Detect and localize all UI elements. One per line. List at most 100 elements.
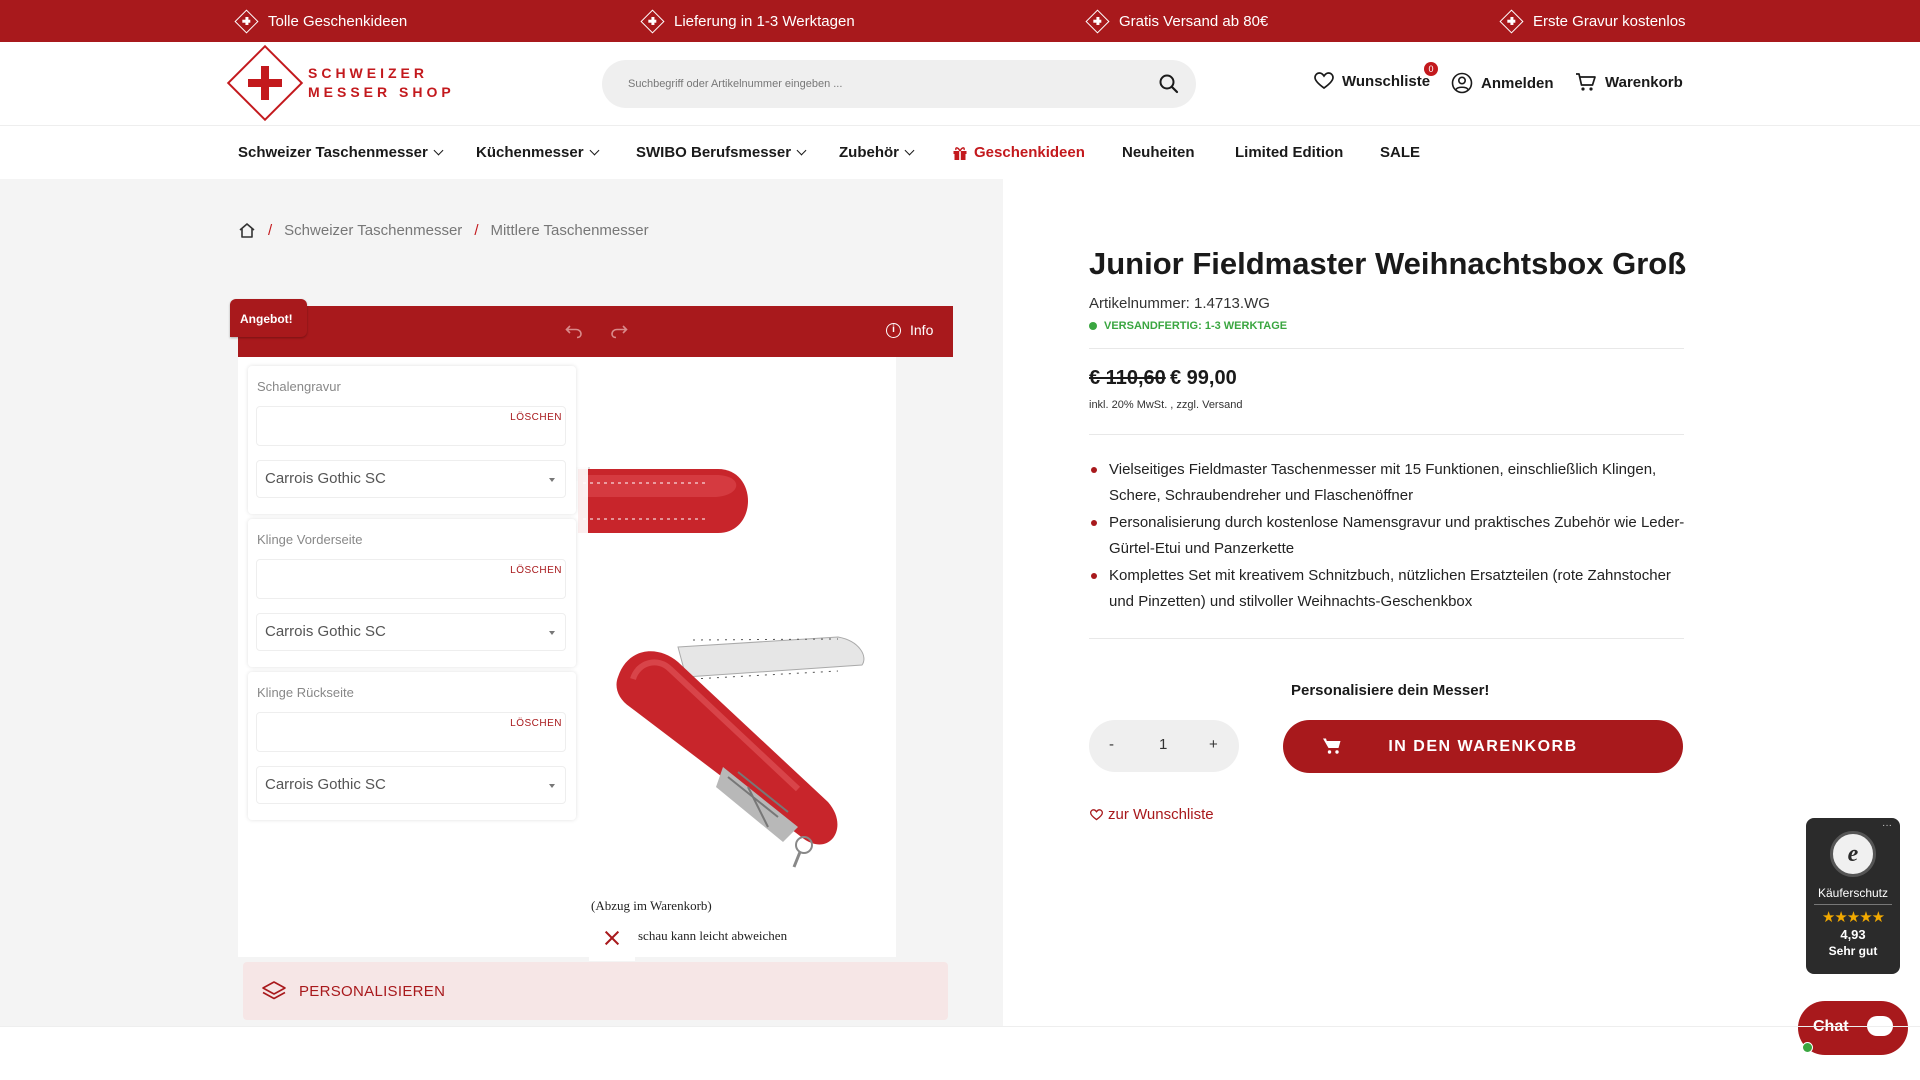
delete-button[interactable]: LÖSCHEN — [510, 412, 562, 423]
home-icon[interactable] — [238, 222, 256, 239]
add-to-wishlist-link[interactable]: zur Wunschliste — [1090, 806, 1214, 823]
promo-text: Lieferung in 1-3 Werktagen — [674, 12, 855, 30]
chat-button[interactable]: Chat — [1798, 1001, 1908, 1055]
gift-icon — [953, 146, 967, 160]
article-number: Artikelnummer: 1.4713.WG — [1089, 295, 1270, 312]
breadcrumb-link[interactable]: Mittlere Taschenmesser — [490, 222, 648, 239]
chevron-down-icon — [589, 145, 600, 156]
quantity-decrease-button[interactable]: - — [1109, 736, 1114, 753]
promo-item-engraving[interactable]: Erste Gravur kostenlos — [1499, 0, 1686, 42]
info-button[interactable]: i Info — [886, 322, 933, 338]
chevron-down-icon — [904, 145, 915, 156]
wishlist-label: Wunschliste — [1342, 72, 1431, 90]
promo-text: Erste Gravur kostenlos — [1533, 12, 1686, 30]
nav-item-sale[interactable]: SALE — [1380, 144, 1420, 161]
nav-item-neuheiten[interactable]: Neuheiten — [1122, 144, 1195, 161]
delete-button[interactable]: LÖSCHEN — [510, 718, 562, 729]
more-icon[interactable]: ··· — [1882, 820, 1892, 831]
trust-label: Käuferschutz — [1817, 886, 1889, 900]
breadcrumb-separator: / — [268, 222, 273, 239]
login-link[interactable]: Anmelden — [1451, 72, 1554, 94]
info-icon: i — [886, 322, 901, 338]
chevron-down-icon — [433, 145, 444, 156]
add-to-cart-button[interactable]: IN DEN WARENKORB — [1283, 720, 1683, 773]
promo-bar: Tolle Geschenkideen Lieferung in 1-3 Wer… — [0, 0, 1920, 42]
font-select[interactable]: Carrois Gothic SC — [256, 613, 566, 651]
nav-item-taschenmesser[interactable]: Schweizer Taschenmesser — [238, 144, 444, 161]
current-price: € 99,00 — [1170, 367, 1237, 389]
group-label: Klinge Vorderseite — [257, 532, 363, 547]
group-label: Klinge Rückseite — [257, 685, 354, 700]
search-bar — [602, 60, 1196, 108]
engraving-group-blade-back: Klinge Rückseite LÖSCHEN Carrois Gothic … — [248, 672, 576, 820]
undo-icon[interactable] — [565, 323, 583, 339]
list-item: Vielseitiges Fieldmaster Taschenmesser m… — [1089, 457, 1689, 509]
breadcrumb: / Schweizer Taschenmesser / Mittlere Tas… — [238, 222, 649, 239]
heart-icon — [1090, 808, 1103, 820]
font-select[interactable]: Carrois Gothic SC — [256, 766, 566, 804]
wishlist-link[interactable]: Wunschliste — [1314, 72, 1430, 90]
nav-item-swibo[interactable]: SWIBO Berufsmesser — [636, 144, 807, 161]
user-icon — [1451, 72, 1473, 94]
redo-icon[interactable] — [610, 323, 628, 339]
trusted-shops-badge[interactable]: ··· e Käuferschutz ★★★★★ 4,93 Sehr gut — [1806, 818, 1900, 974]
site-logo[interactable]: SCHWEIZER MESSER SHOP — [226, 44, 455, 122]
nav-item-kuechenmesser[interactable]: Küchenmesser — [476, 144, 600, 161]
list-item: Personalisierung durch kostenlose Namens… — [1089, 510, 1689, 562]
divider — [0, 1026, 1920, 1027]
wishlist-count-badge: 0 — [1424, 62, 1438, 76]
dropdown-arrow-icon — [549, 631, 555, 635]
search-icon[interactable] — [1158, 73, 1180, 95]
vat-note: inkl. 20% MwSt. , zzgl. Versand — [1089, 399, 1243, 411]
trusted-shops-seal-icon: e — [1830, 831, 1876, 877]
rating-text: Sehr gut — [1828, 944, 1878, 958]
cart-icon — [1323, 738, 1341, 754]
swiss-cross-icon — [1085, 8, 1110, 34]
dropdown-arrow-icon — [549, 478, 555, 482]
feature-list: Vielseitiges Fieldmaster Taschenmesser m… — [1089, 457, 1689, 616]
cart-link[interactable]: Warenkorb — [1575, 72, 1683, 92]
group-label: Schalengravur — [257, 379, 341, 394]
online-status-icon — [1802, 1042, 1813, 1053]
status-dot-icon — [1089, 322, 1097, 330]
quantity-value[interactable]: 1 — [1159, 736, 1167, 753]
close-icon[interactable] — [589, 915, 635, 961]
nav-item-geschenkideen[interactable]: Geschenkideen — [952, 144, 1085, 161]
site-header: SCHWEIZER MESSER SHOP Wunschliste 0 Anme… — [0, 42, 1920, 126]
old-price: € 110,60 — [1089, 367, 1166, 389]
promo-item-shipping[interactable]: Gratis Versand ab 80€ — [1085, 0, 1269, 42]
swiss-cross-logo-icon — [226, 44, 304, 122]
chat-bubble-icon — [1858, 1006, 1904, 1050]
cart-icon — [1576, 73, 1596, 91]
dropdown-arrow-icon — [549, 784, 555, 788]
swiss-cross-icon — [234, 8, 259, 34]
main-navigation: Schweizer Taschenmesser Küchenmesser SWI… — [0, 127, 1920, 179]
divider — [1089, 434, 1684, 435]
personalize-button[interactable]: PERSONALISIEREN — [243, 962, 948, 1020]
quantity-stepper: - 1 + — [1089, 720, 1239, 772]
swiss-cross-icon — [640, 8, 665, 34]
promo-item-gifts[interactable]: Tolle Geschenkideen — [234, 0, 407, 42]
nav-item-limited-edition[interactable]: Limited Edition — [1235, 144, 1343, 161]
engraving-group-blade-front: Klinge Vorderseite LÖSCHEN Carrois Gothi… — [248, 519, 576, 667]
stock-status: VERSANDFERTIG: 1-3 WERKTAGE — [1089, 320, 1287, 332]
divider — [1089, 348, 1684, 349]
nav-item-zubehoer[interactable]: Zubehör — [839, 144, 915, 161]
divider — [1814, 904, 1892, 905]
divider — [1089, 638, 1684, 639]
font-select[interactable]: Carrois Gothic SC — [256, 460, 566, 498]
engraving-group-shell: Schalengravur LÖSCHEN Carrois Gothic SC — [248, 366, 576, 514]
logo-text: SCHWEIZER MESSER SHOP — [308, 65, 455, 100]
rating-stars: ★★★★★ — [1821, 909, 1885, 926]
cart-label: Warenkorb — [1605, 73, 1683, 91]
quantity-increase-button[interactable]: + — [1209, 736, 1218, 753]
delete-button[interactable]: LÖSCHEN — [510, 565, 562, 576]
promo-text: Gratis Versand ab 80€ — [1119, 12, 1269, 30]
search-input[interactable] — [602, 60, 1102, 108]
breadcrumb-link[interactable]: Schweizer Taschenmesser — [284, 222, 462, 239]
swiss-cross-icon — [1499, 8, 1524, 34]
promo-item-delivery[interactable]: Lieferung in 1-3 Werktagen — [640, 0, 855, 42]
discount-note: (Abzug im Warenkorb) — [591, 898, 712, 913]
breadcrumb-separator: / — [474, 222, 479, 239]
personalize-prompt: Personalisiere dein Messer! — [1291, 682, 1490, 699]
